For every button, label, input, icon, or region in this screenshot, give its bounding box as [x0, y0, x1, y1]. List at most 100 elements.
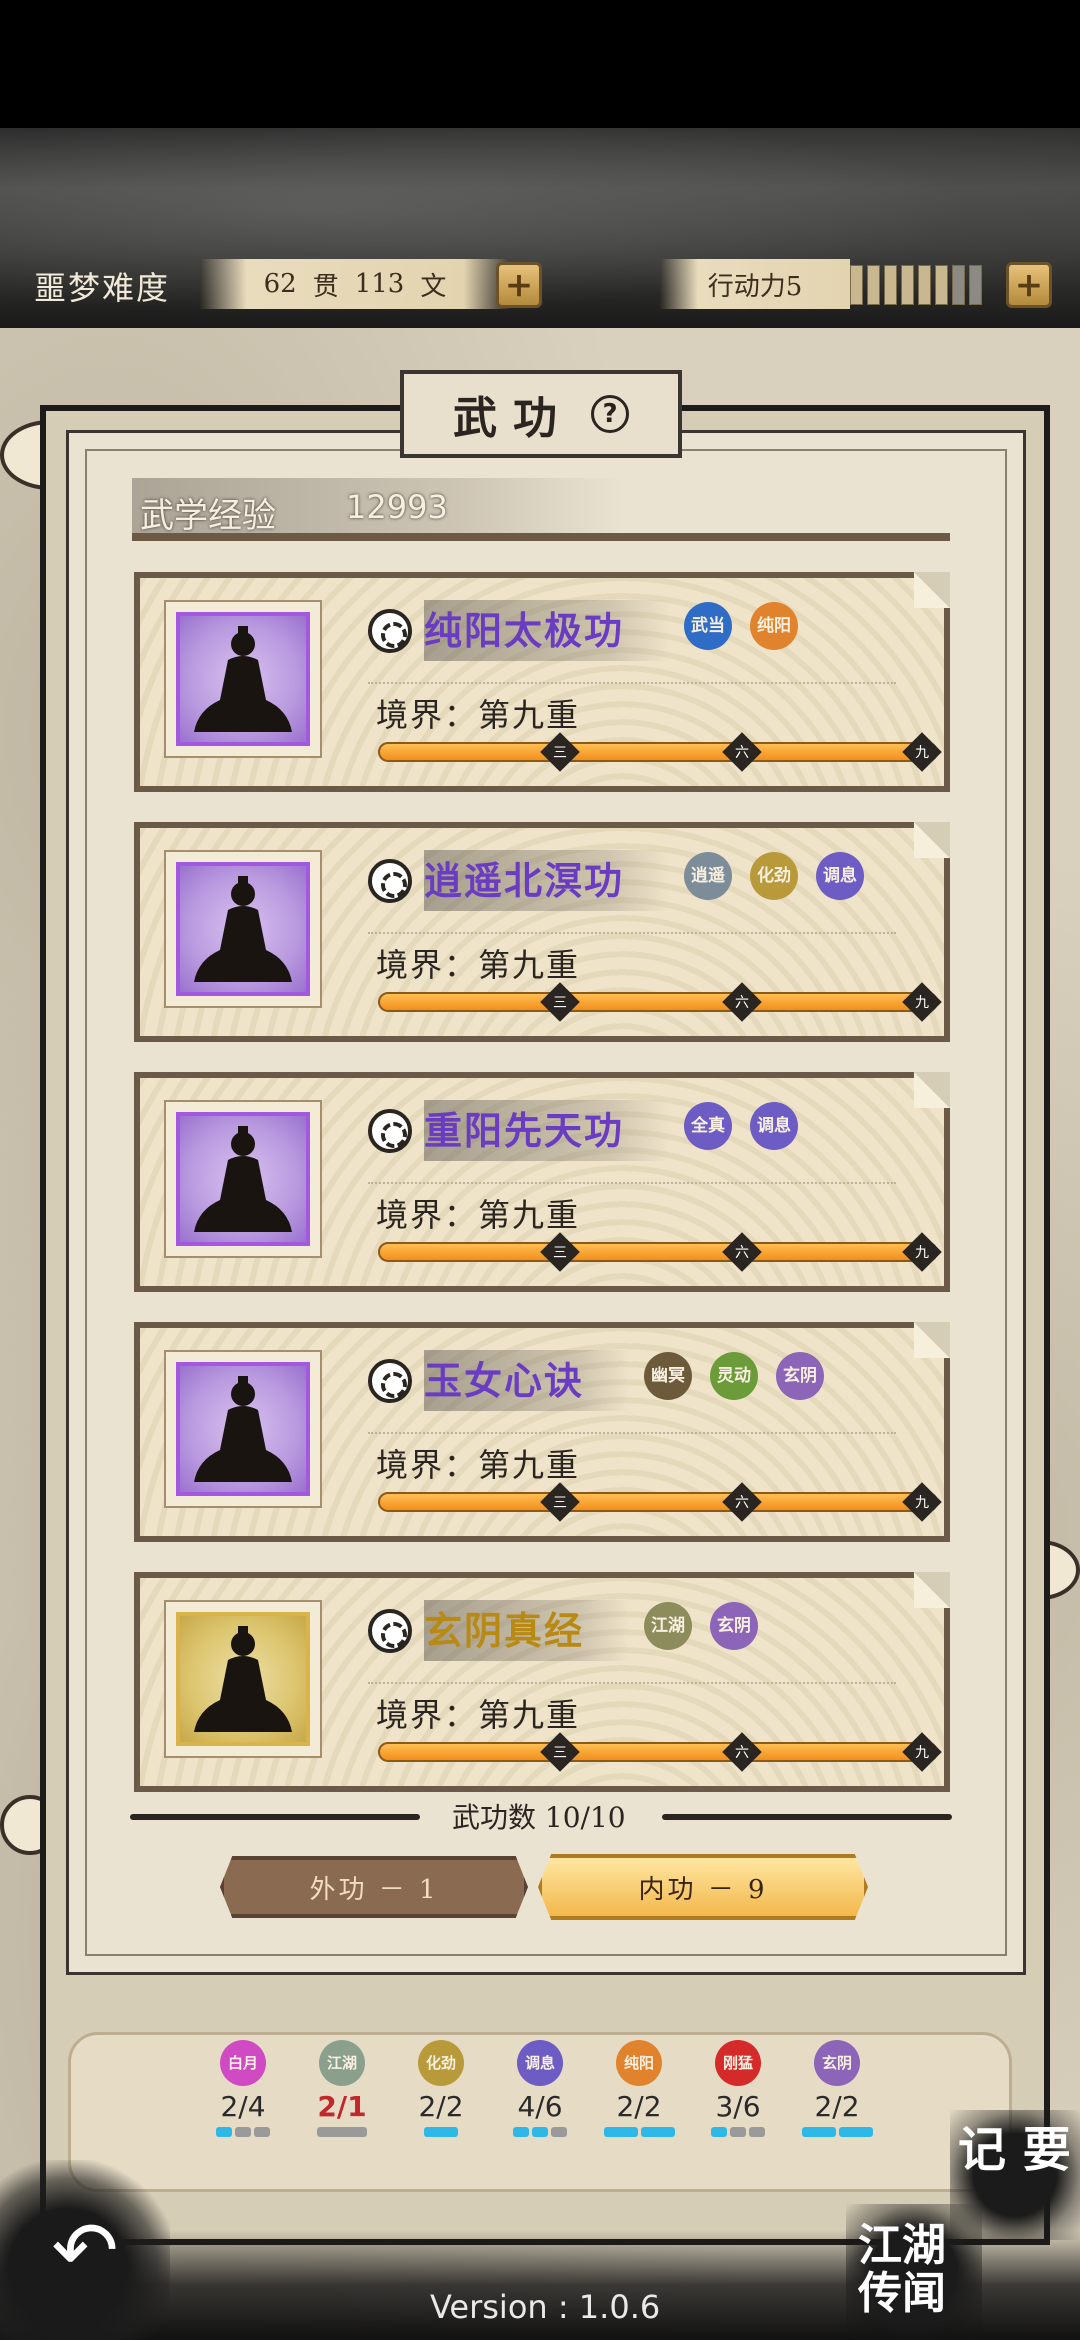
action-point-pip: [884, 265, 897, 305]
skill-tags: 幽冥 灵动 玄阴: [644, 1352, 824, 1400]
skill-emblem-icon: [368, 1108, 412, 1153]
panel-title-plaque: 武功 ?: [400, 370, 682, 458]
skill-card[interactable]: 玄阴真经 江湖 玄阴 境界：第九重三 六 九: [134, 1572, 950, 1792]
trait-tag: 白月: [220, 2040, 266, 2086]
skill-name-row: 纯阳太极功: [368, 600, 671, 661]
portrait-frame: [176, 612, 310, 746]
meditating-figure-icon: [194, 1626, 292, 1732]
trait-pip: [551, 2127, 567, 2137]
progress-mark: 九: [902, 982, 942, 1022]
skill-card-body: 重阳先天功 全真 调息 境界：第九重三 六 九: [140, 1072, 950, 1286]
divider-left: [130, 1814, 420, 1820]
trait-stat[interactable]: 玄阴 2/2: [792, 2040, 882, 2137]
progress-mark-label: 九: [915, 1495, 929, 1511]
progress-mark: 九: [902, 1232, 942, 1272]
trait-stat[interactable]: 刚猛 3/6: [693, 2040, 783, 2137]
realm-progress-bar: 三六九: [378, 1732, 942, 1772]
trait-stat[interactable]: 调息 4/6: [495, 2040, 585, 2137]
skill-card-body: 玄阴真经 江湖 玄阴 境界：第九重三 六 九: [140, 1572, 950, 1786]
trait-pip: [603, 2127, 638, 2137]
trait-pip: [749, 2127, 765, 2137]
add-action-points-button[interactable]: +: [1006, 262, 1052, 308]
trait-pip: [801, 2127, 836, 2137]
skill-tag: 逍遥: [684, 852, 732, 900]
difficulty-label: 噩梦难度: [34, 269, 171, 307]
skill-tag: 幽冥: [644, 1352, 692, 1400]
meditating-figure-icon: [194, 1126, 292, 1232]
skill-name: 玉女心诀: [424, 1350, 631, 1411]
trait-stat[interactable]: 化劲 2/2: [396, 2040, 486, 2137]
dotted-divider: [368, 1432, 896, 1434]
skill-tag: 玄阴: [710, 1602, 758, 1650]
skill-portrait: [164, 1600, 322, 1758]
skill-name-row: 重阳先天功: [368, 1100, 671, 1161]
trait-tag: 刚猛: [715, 2040, 761, 2086]
portrait-frame: [176, 1112, 310, 1246]
progress-mark-label: 三: [553, 1495, 567, 1511]
trait-pips: [216, 2127, 270, 2137]
progress-mark-label: 九: [915, 745, 929, 761]
progress-mark-label: 三: [553, 995, 567, 1011]
skill-emblem-icon: [368, 858, 412, 903]
trait-count: 2/4: [220, 2090, 266, 2123]
trait-tag: 调息: [517, 2040, 563, 2086]
dotted-divider: [368, 1182, 896, 1184]
action-point-pip: [969, 265, 982, 305]
trait-pips: [801, 2127, 873, 2137]
skill-name: 玄阴真经: [424, 1600, 631, 1661]
skill-card[interactable]: 纯阳太极功 武当 纯阳 境界：第九重三 六 九: [134, 572, 950, 792]
skill-tag: 玄阴: [776, 1352, 824, 1400]
skill-tag: 调息: [750, 1102, 798, 1150]
trait-stat[interactable]: 江湖 2/1: [297, 2040, 387, 2137]
portrait-frame: [176, 1612, 310, 1746]
action-point-pip: [935, 265, 948, 305]
skill-tags: 江湖 玄阴: [644, 1602, 758, 1650]
skill-name: 纯阳太极功: [424, 600, 671, 661]
trait-stat[interactable]: 纯阳 2/2: [594, 2040, 684, 2137]
tab-external-skills[interactable]: 外功 － 1: [220, 1856, 528, 1918]
back-arrow-icon: ↶: [51, 2203, 119, 2297]
skill-tags: 逍遥 化劲 调息: [684, 852, 864, 900]
action-points-meter: [850, 265, 982, 305]
skill-tag: 江湖: [644, 1602, 692, 1650]
progress-mark-label: 三: [553, 1745, 567, 1761]
progress-mark-label: 九: [915, 1245, 929, 1261]
skill-card[interactable]: 重阳先天功 全真 调息 境界：第九重三 六 九: [134, 1072, 950, 1292]
skill-tag: 武当: [684, 602, 732, 650]
trait-pip: [424, 2127, 458, 2137]
skill-card[interactable]: 逍遥北溟功 逍遥 化劲 调息 境界：第九重三 六 九: [134, 822, 950, 1042]
add-money-button[interactable]: +: [496, 262, 542, 308]
dotted-divider: [368, 682, 896, 684]
trait-pip: [640, 2127, 675, 2137]
meditating-figure-icon: [194, 626, 292, 732]
skill-tag: 纯阳: [750, 602, 798, 650]
dotted-divider: [368, 932, 896, 934]
skill-portrait: [164, 600, 322, 758]
trait-tag: 纯阳: [616, 2040, 662, 2086]
progress-mark-label: 六: [735, 995, 749, 1011]
page-fold: [914, 1072, 950, 1108]
rumors-button[interactable]: 江湖 传闻: [846, 2204, 982, 2340]
back-button[interactable]: ↶: [0, 2160, 170, 2340]
progress-mark-label: 三: [553, 745, 567, 761]
action-point-pip: [952, 265, 965, 305]
trait-stat[interactable]: 白月 2/4: [198, 2040, 288, 2137]
realm-progress-bar: 三六九: [378, 1482, 942, 1522]
skill-count: 武功数 10/10: [452, 1801, 626, 1834]
skill-card[interactable]: 玉女心诀 幽冥 灵动 玄阴 境界：第九重三 六 九: [134, 1322, 950, 1542]
action-point-pip: [850, 265, 863, 305]
progress-mark: 六: [722, 982, 762, 1022]
trait-pips: [711, 2127, 765, 2137]
trait-pips: [317, 2127, 367, 2137]
skill-tag: 全真: [684, 1102, 732, 1150]
help-icon[interactable]: ?: [591, 395, 629, 433]
trait-tag: 江湖: [319, 2040, 365, 2086]
progress-mark: 三: [540, 1482, 580, 1522]
tab-internal-skills[interactable]: 内功 － 9: [538, 1854, 868, 1920]
trait-pip: [730, 2127, 746, 2137]
skill-portrait: [164, 1350, 322, 1508]
trait-pip: [235, 2127, 251, 2137]
progress-mark: 三: [540, 1732, 580, 1772]
money-guan-unit: 贯: [312, 271, 339, 302]
progress-mark: 六: [722, 1482, 762, 1522]
